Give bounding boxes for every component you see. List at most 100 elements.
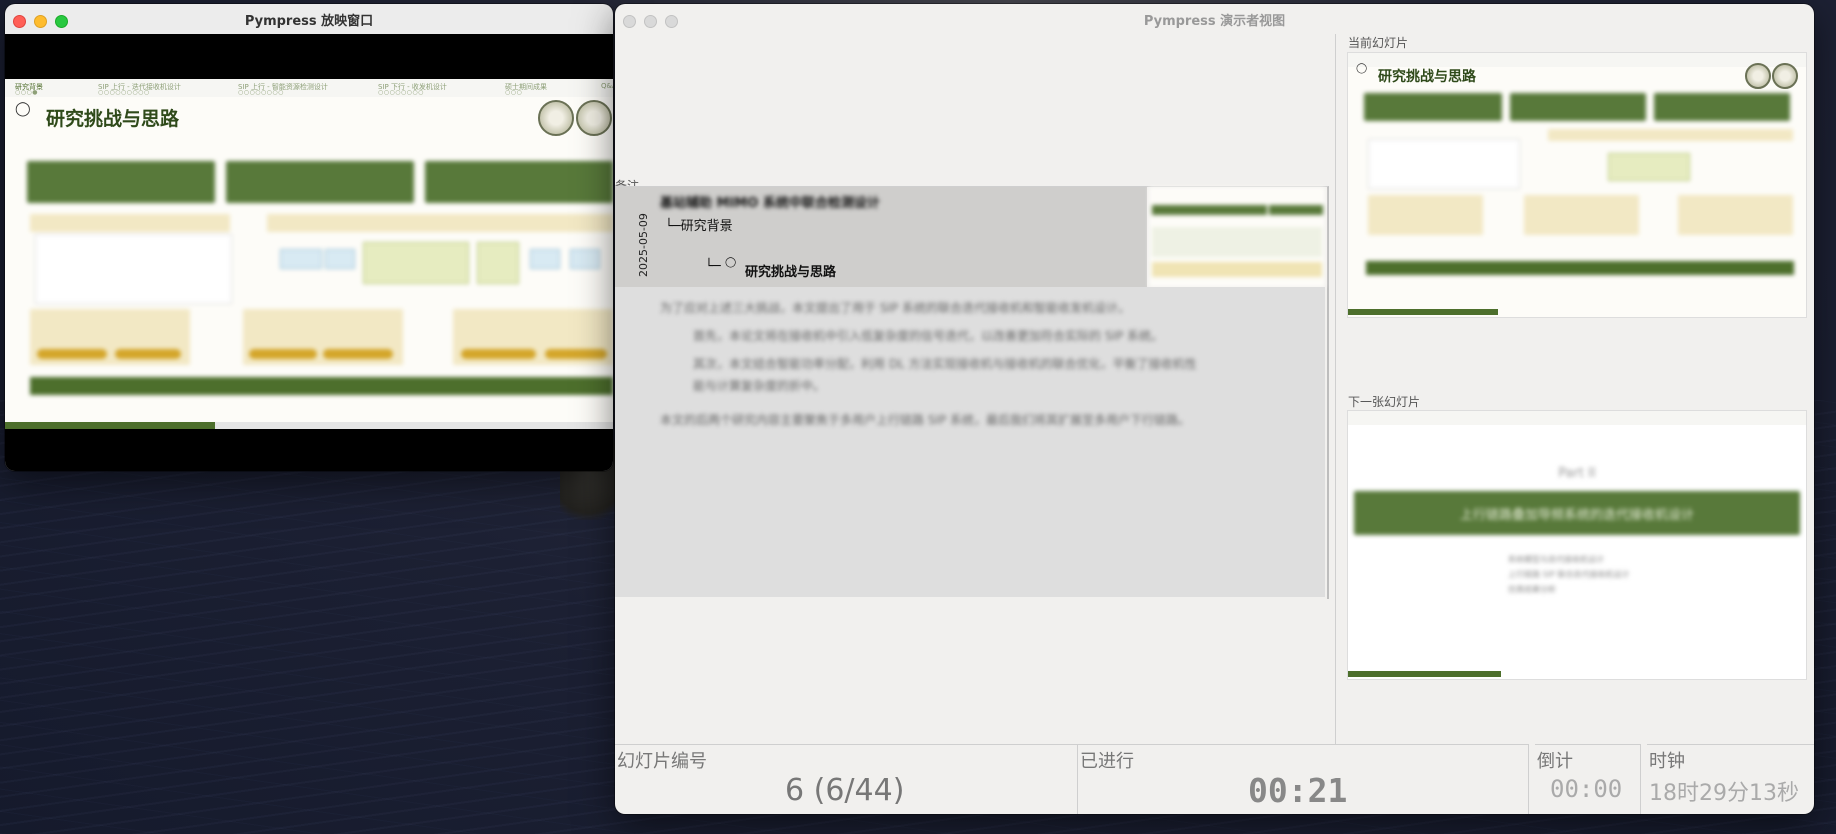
current-slide-progress — [1348, 309, 1498, 315]
challenge-box-1 — [27, 161, 215, 203]
block-3 — [530, 249, 560, 269]
approach-diagram-1 — [35, 234, 232, 304]
presenter-window-title: Pympress 演示者视图 — [1143, 13, 1286, 29]
task-tag-3b — [545, 349, 607, 359]
note-line-4: 能与计算复杂度的折中。 — [693, 379, 826, 393]
current-slide-nav — [1348, 53, 1806, 67]
nav-dots-5: ○○○ — [505, 89, 523, 96]
outline-level1: └─研究背景 — [665, 219, 733, 234]
university-seal-2 — [1772, 63, 1798, 89]
close-window-button[interactable] — [13, 15, 26, 28]
cur-challenge-1 — [1364, 93, 1502, 121]
next-slide-preview[interactable]: Part II 上行链路叠加导频系统的迭代接收机设计 系统模型与迭代接收机设计 … — [1347, 410, 1807, 680]
approach-label-1 — [30, 214, 230, 232]
slide-number-panel[interactable]: 幻灯片编号 6 (6/44) — [615, 744, 1078, 814]
elapsed-value[interactable]: 00:21 — [1248, 771, 1347, 810]
slide-number-value[interactable]: 6 (6/44) — [785, 773, 904, 808]
projected-slide[interactable]: 研究背景 ○○○● SIP 上行 - 迭代接收机设计 ○○○○○○○○○ SIP… — [5, 79, 613, 429]
block-1 — [280, 249, 322, 269]
task-tag-3a — [461, 349, 536, 359]
presenter-window[interactable]: Pympress 演示者视图 备注 2025-05-09 基站辅助 MIMO 系… — [615, 4, 1814, 814]
task-tag-1b — [115, 349, 181, 359]
cur-card-1 — [1368, 195, 1483, 235]
slide-title: 研究挑战与思路 — [46, 108, 180, 130]
outline-level2: 研究挑战与思路 — [745, 265, 837, 280]
note-line-2: 首先，本论文将在接收机中引入低复杂度的信号迭代，以改善更加符合实际的 SIP 系… — [693, 329, 1164, 343]
task-tag-2a — [249, 349, 317, 359]
close-window-button[interactable] — [623, 15, 636, 28]
elapsed-panel[interactable]: 已进行 00:21 — [1078, 744, 1529, 814]
nav-dots-4: ○○○○○○○○ — [378, 89, 424, 96]
presenter-titlebar[interactable]: Pympress 演示者视图 — [615, 4, 1814, 34]
clock-value: 18时29分13秒 — [1649, 781, 1799, 806]
minimize-window-button[interactable] — [644, 15, 657, 28]
highlight-block-2 — [477, 242, 519, 284]
notes-outline: 2025-05-09 基站辅助 MIMO 系统中联合检测设计 └─研究背景 └─… — [615, 187, 1147, 287]
next-slide-nav — [1348, 411, 1806, 425]
task-tag-2b — [323, 349, 393, 359]
countdown-label: 倒计 — [1537, 751, 1573, 772]
note-line-5: 本文的后两个研究内容主要聚焦于多用户上行链路 SIP 系统，最后我们将其扩展至多… — [660, 413, 1191, 427]
nav-section-6[interactable]: Q&A — [601, 82, 613, 90]
projector-window[interactable]: Pympress 放映窗口 研究背景 ○○○● SIP 上行 - 迭代接收机设计… — [5, 4, 613, 471]
next-bullet-1: 系统模型与迭代接收机设计 — [1508, 555, 1604, 564]
notes-panel[interactable]: 2025-05-09 基站辅助 MIMO 系统中联合检测设计 └─研究背景 └─… — [615, 186, 1329, 599]
next-slide-label: 下一张幻灯片 — [1348, 395, 1421, 409]
next-slide-progress — [1348, 671, 1501, 677]
clock-panel: 时钟 18时29分13秒 — [1647, 744, 1814, 814]
university-seal-2 — [576, 100, 612, 136]
cur-challenge-3 — [1654, 93, 1790, 121]
countdown-panel[interactable]: 倒计 00:00 — [1535, 744, 1641, 814]
cur-diagram-1 — [1368, 139, 1520, 189]
cur-challenge-2 — [1510, 93, 1646, 121]
countdown-value[interactable]: 00:00 — [1550, 775, 1622, 803]
minimize-window-button[interactable] — [34, 15, 47, 28]
conclusion-bar — [30, 377, 613, 395]
university-seal-1 — [1745, 63, 1771, 89]
nav-dots-1: ○○○● — [15, 89, 38, 96]
challenge-box-3 — [425, 161, 613, 203]
next-banner: 上行链路叠加导频系统的迭代接收机设计 — [1354, 491, 1800, 535]
slide-section-nav: 研究背景 ○○○● SIP 上行 - 迭代接收机设计 ○○○○○○○○○ SIP… — [5, 79, 613, 97]
current-slide-preview[interactable]: ◯ 研究挑战与思路 — [1347, 52, 1807, 318]
outline-level2-branch: └─ — [705, 259, 721, 274]
cur-card-2 — [1524, 195, 1639, 235]
cur-card-3 — [1678, 195, 1793, 235]
block-2 — [325, 249, 355, 269]
notes-date: 2025-05-09 — [637, 213, 650, 277]
cur-label-2 — [1548, 129, 1793, 141]
university-seal-1 — [538, 100, 574, 136]
notes-slide-thumbnail — [1149, 187, 1325, 287]
current-slide-label: 当前幻灯片 — [1348, 36, 1409, 50]
task-tag-1a — [37, 349, 107, 359]
highlight-block — [363, 242, 469, 284]
notes-text[interactable]: 为了应对上述三大挑战，本文提出了用于 SIP 系统的联合迭代接收机和智能收发机设… — [615, 287, 1325, 597]
note-line-1: 为了应对上述三大挑战，本文提出了用于 SIP 系统的联合迭代接收机和智能收发机设… — [660, 301, 1131, 315]
clock-label: 时钟 — [1649, 751, 1685, 772]
outline-root: 基站辅助 MIMO 系统中联合检测设计 — [660, 196, 880, 211]
zoom-window-button[interactable] — [665, 15, 678, 28]
lightbulb-icon: ◯ — [725, 257, 737, 268]
approach-label-2 — [267, 214, 613, 232]
lightbulb-icon: ◯ — [1356, 63, 1368, 74]
current-slide-title: 研究挑战与思路 — [1378, 69, 1476, 85]
projector-window-title: Pympress 放映窗口 — [244, 13, 374, 29]
nav-dots-3: ○○○○○○○○ — [238, 89, 284, 96]
next-bullet-2: 上行链路 SIP 联合迭代接收机设计 — [1508, 570, 1630, 579]
elapsed-label: 已进行 — [1080, 751, 1134, 772]
challenge-box-2 — [226, 161, 414, 203]
cur-highlight — [1608, 153, 1690, 181]
cur-conclusion — [1366, 261, 1794, 275]
note-line-3: 其次，本文结合智能功率分配，利用 DL 方法实现接收机与接收机的联合优化，平衡了… — [693, 357, 1197, 371]
slide-header: ◯ 研究挑战与思路 — [5, 97, 613, 147]
slide-progress — [5, 422, 215, 429]
next-part-label: Part II — [1558, 466, 1596, 481]
projector-stage: 研究背景 ○○○● SIP 上行 - 迭代接收机设计 ○○○○○○○○○ SIP… — [5, 34, 613, 471]
lightbulb-icon: ◯ — [15, 101, 31, 117]
nav-dots-2: ○○○○○○○○○ — [98, 89, 150, 96]
projector-titlebar[interactable]: Pympress 放映窗口 — [5, 4, 613, 34]
block-4 — [570, 249, 600, 269]
slide-number-label: 幻灯片编号 — [617, 751, 707, 772]
zoom-window-button[interactable] — [55, 15, 68, 28]
next-bullet-3: 仿真结果分析 — [1508, 585, 1556, 594]
